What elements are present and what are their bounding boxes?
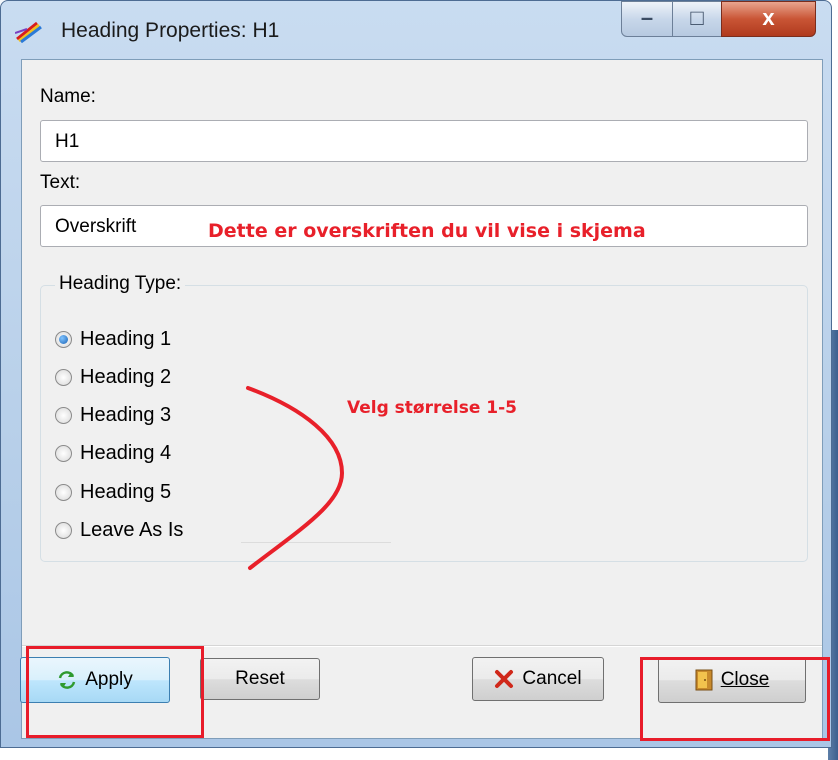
maximize-icon: □: [690, 5, 704, 30]
radio-icon: [55, 406, 72, 424]
pencil-rainbow-icon: [15, 21, 42, 43]
radio-icon: [55, 483, 72, 501]
size-annotation: Velg størrelse 1-5: [347, 398, 517, 418]
name-label: Name:: [40, 86, 96, 107]
radio-label: Leave As Is: [80, 518, 184, 541]
cancel-button[interactable]: Cancel: [472, 657, 604, 701]
radio-label: Heading 1: [80, 327, 172, 350]
minimize-icon: –: [640, 5, 654, 30]
radio-heading-5[interactable]: Heading 5: [55, 477, 171, 507]
radio-leave-as-is[interactable]: Leave As Is: [55, 515, 183, 545]
close-window-button[interactable]: x: [721, 1, 816, 37]
minimize-button[interactable]: –: [621, 1, 673, 37]
heading-type-title: Heading Type:: [55, 273, 186, 295]
cancel-label: Cancel: [522, 668, 582, 689]
text-annotation: Dette er overskriften du vil vise i skje…: [208, 220, 646, 242]
highlight-apply: [26, 646, 204, 738]
radio-icon: [55, 521, 72, 539]
radio-icon: [55, 444, 72, 462]
reset-button[interactable]: Reset: [200, 658, 320, 700]
radio-icon: [55, 368, 72, 386]
close-icon: x: [762, 5, 775, 30]
radio-icon: [55, 330, 72, 348]
radio-label: Heading 5: [80, 480, 172, 503]
heading-type-group: Heading Type: Heading 1 Heading 2 Headin…: [40, 273, 808, 562]
radio-heading-4[interactable]: Heading 4: [55, 438, 171, 468]
name-value: H1: [55, 131, 80, 152]
annotation-curve: [246, 386, 345, 570]
radio-heading-3[interactable]: Heading 3: [55, 400, 171, 430]
highlight-close: [640, 657, 830, 741]
red-x-icon: [495, 670, 514, 688]
title-bar[interactable]: Heading Properties: H1 – □ x: [1, 1, 831, 57]
radio-heading-1[interactable]: Heading 1: [55, 324, 171, 354]
name-field[interactable]: H1: [40, 120, 808, 162]
text-label: Text:: [40, 172, 81, 193]
dialog-body: Name: H1 Text: Overskrift Dette er overs…: [20, 59, 823, 739]
radio-label: Heading 2: [80, 365, 172, 388]
radio-heading-2[interactable]: Heading 2: [55, 362, 171, 392]
reset-label: Reset: [235, 668, 285, 689]
text-value: Overskrift: [55, 216, 137, 237]
dialog-window: Heading Properties: H1 – □ x Name: H1 Te…: [0, 0, 832, 748]
window-title: Heading Properties: H1: [61, 19, 280, 42]
radio-label: Heading 4: [80, 441, 172, 464]
maximize-button[interactable]: □: [672, 1, 722, 37]
radio-label: Heading 3: [80, 403, 172, 426]
